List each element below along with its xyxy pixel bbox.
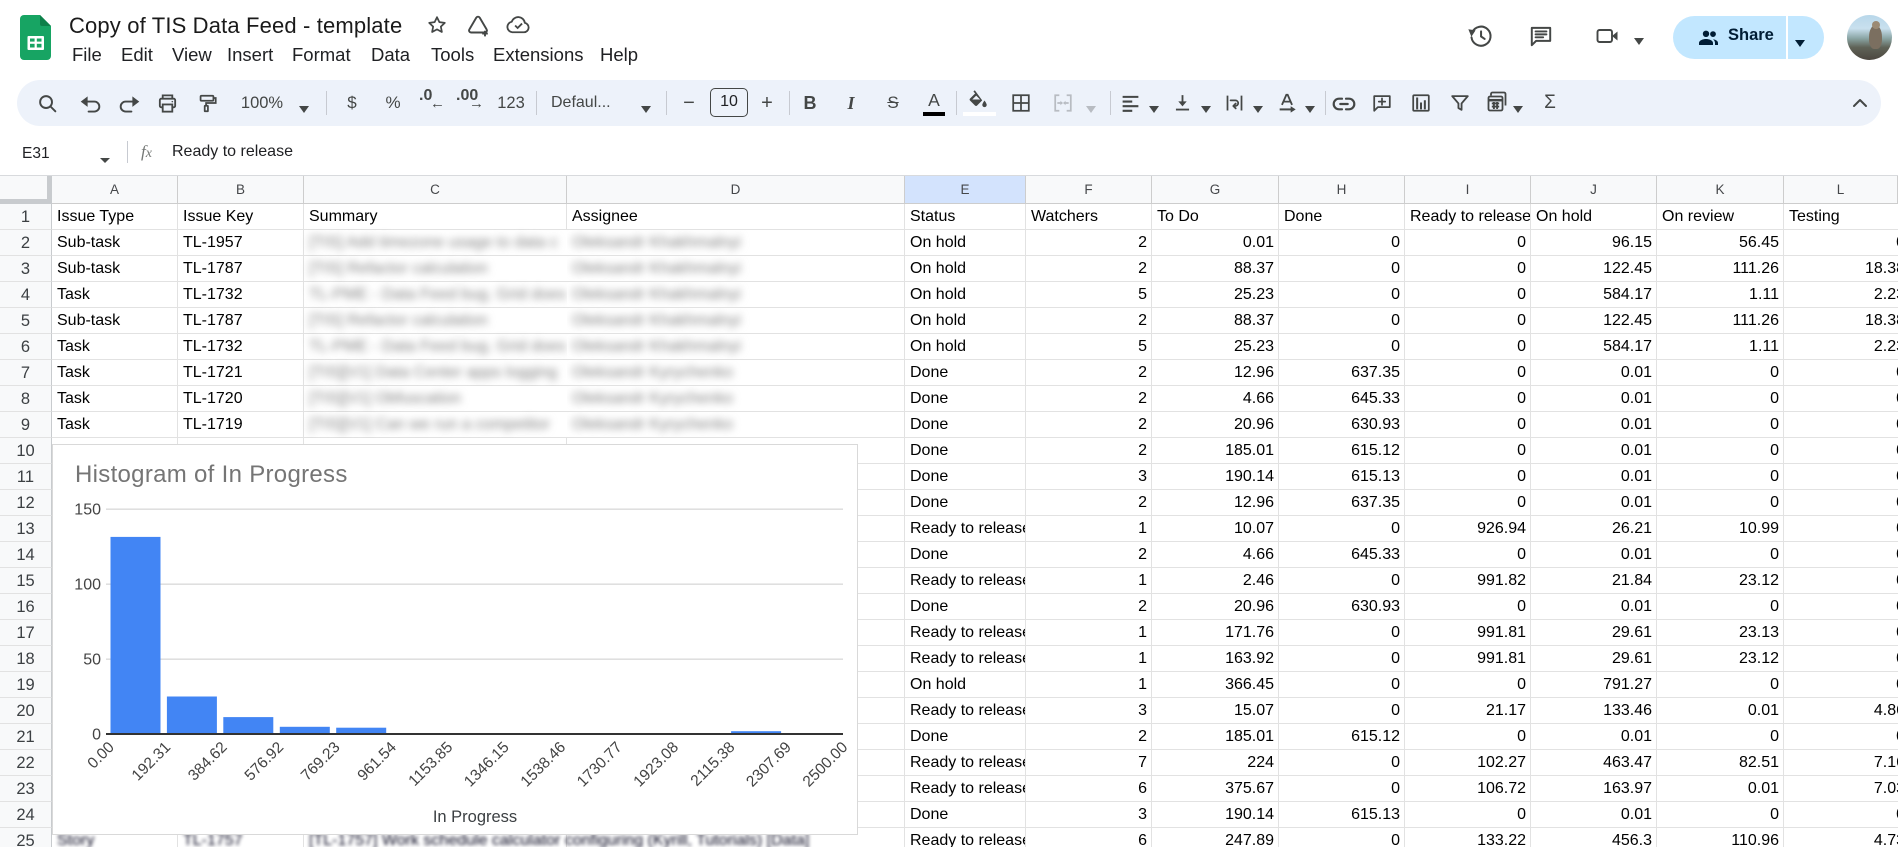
svg-text:2500.00: 2500.00 <box>800 739 852 791</box>
svg-text:0.00: 0.00 <box>84 739 118 773</box>
svg-text:1730.77: 1730.77 <box>574 739 626 791</box>
svg-text:50: 50 <box>83 652 101 669</box>
svg-text:1538.46: 1538.46 <box>518 739 570 791</box>
svg-text:2115.38: 2115.38 <box>688 739 739 790</box>
svg-text:1923.08: 1923.08 <box>630 739 682 791</box>
svg-text:0: 0 <box>92 727 101 744</box>
svg-text:100: 100 <box>74 577 101 594</box>
svg-text:In Progress: In Progress <box>433 808 517 826</box>
svg-text:384.62: 384.62 <box>185 739 231 785</box>
svg-text:Histogram of In Progress: Histogram of In Progress <box>75 461 348 488</box>
svg-text:769.23: 769.23 <box>298 739 344 785</box>
svg-text:961.54: 961.54 <box>354 739 400 785</box>
svg-text:150: 150 <box>74 502 101 519</box>
svg-text:192.31: 192.31 <box>129 739 175 785</box>
svg-text:2307.69: 2307.69 <box>743 739 795 791</box>
svg-text:576.92: 576.92 <box>242 739 288 785</box>
svg-text:1346.15: 1346.15 <box>461 739 513 791</box>
svg-text:1153.85: 1153.85 <box>405 739 456 790</box>
